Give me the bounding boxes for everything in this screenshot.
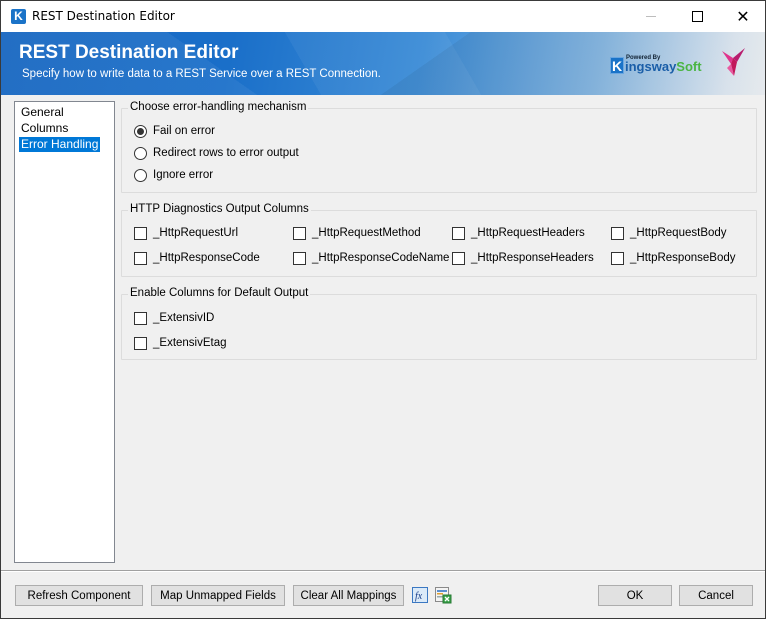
checkbox-box[interactable] [293,226,306,240]
window-title: REST Destination Editor [32,9,175,23]
refresh-component-button[interactable]: Refresh Component [15,585,143,606]
close-icon: ✕ [736,6,750,26]
checkbox-http-response-body[interactable]: _HttpResponseBody [611,250,735,266]
export-mappings-button[interactable] [434,586,452,604]
checkbox-label: _HttpRequestUrl [153,227,239,239]
checkbox-label: _ExtensivEtag [153,337,227,349]
app-k-icon: K [11,9,26,24]
checkbox-box[interactable] [452,226,465,240]
kingswaysoft-k-icon: K [610,57,624,74]
ok-button[interactable]: OK [598,585,672,606]
checkbox-box[interactable] [293,251,306,265]
checkbox-extensiv-id[interactable]: _ExtensivID [134,310,214,326]
checkbox-box[interactable] [134,336,147,350]
radio-fail-on-error[interactable]: Fail on error [134,123,215,139]
checkbox-label: _HttpResponseHeaders [471,252,594,264]
brand-part2: Soft [676,59,702,74]
sidebar-nav: General Columns Error Handling [14,101,115,563]
checkbox-http-request-body[interactable]: _HttpRequestBody [611,225,727,241]
checkbox-http-request-url[interactable]: _HttpRequestUrl [134,225,238,241]
checkbox-label: _HttpResponseCode [153,252,260,264]
checkbox-http-response-code[interactable]: _HttpResponseCode [134,250,260,266]
maximize-icon [691,11,703,22]
checkbox-label: _ExtensivID [153,312,215,324]
checkbox-box[interactable] [611,226,624,240]
maximize-button[interactable] [674,1,720,32]
checkbox-box[interactable] [134,251,147,265]
checkbox-label: _HttpRequestMethod [312,227,421,239]
checkbox-label: _HttpResponseCodeName [312,252,450,264]
checkbox-box[interactable] [134,311,147,325]
checkbox-http-request-method[interactable]: _HttpRequestMethod [293,225,421,241]
kingswaysoft-logo: K Powered By ingswaySoft [610,52,702,74]
spreadsheet-export-icon [435,587,452,604]
checkbox-label: _HttpRequestBody [630,227,727,239]
http-diagnostics-group-label: HTTP Diagnostics Output Columns [128,203,311,215]
bird-logo-icon [722,48,745,76]
clear-all-mappings-button[interactable]: Clear All Mappings [293,585,404,606]
checkbox-box[interactable] [611,251,624,265]
radio-indicator[interactable] [134,124,147,138]
close-button[interactable]: ✕ [720,1,766,32]
radio-indicator[interactable] [134,146,147,160]
expression-fx-button[interactable]: fx [411,586,429,604]
sidebar-item-error-handling[interactable]: Error Handling [19,137,101,152]
checkbox-http-response-headers[interactable]: _HttpResponseHeaders [452,250,594,266]
radio-redirect-rows[interactable]: Redirect rows to error output [134,145,299,161]
radio-label: Redirect rows to error output [153,147,299,159]
radio-ignore-error[interactable]: Ignore error [134,167,213,183]
banner-subtitle: Specify how to write data to a REST Serv… [22,68,381,80]
default-output-group: Enable Columns for Default Output _Exten… [121,287,757,360]
dialog-window: K REST Destination Editor ✕ REST Destina… [0,0,766,619]
radio-indicator[interactable] [134,168,147,182]
minimize-icon [646,16,656,17]
sidebar-item-columns[interactable]: Columns [19,121,70,136]
fx-icon-text: fx [415,591,423,602]
cancel-button[interactable]: Cancel [679,585,753,606]
radio-label: Fail on error [153,125,215,137]
minimize-button[interactable] [628,1,674,32]
kingswaysoft-wordmark: Powered By ingswaySoft [625,55,702,74]
checkbox-label: _HttpResponseBody [630,252,736,264]
powered-by-label: Powered By [626,55,661,61]
checkbox-box[interactable] [452,251,465,265]
map-unmapped-fields-button[interactable]: Map Unmapped Fields [151,585,285,606]
title-bar: K REST Destination Editor ✕ [1,1,765,32]
sidebar-item-general[interactable]: General [19,105,66,120]
header-banner: REST Destination Editor Specify how to w… [1,32,765,95]
checkbox-extensiv-etag[interactable]: _ExtensivEtag [134,335,227,351]
footer-divider-highlight [1,571,765,572]
checkbox-http-response-code-name[interactable]: _HttpResponseCodeName [293,250,449,266]
error-handling-group-label: Choose error-handling mechanism [128,101,309,113]
radio-label: Ignore error [153,169,214,181]
checkbox-label: _HttpRequestHeaders [471,227,585,239]
default-output-group-label: Enable Columns for Default Output [128,287,311,299]
error-handling-group: Choose error-handling mechanism Fail on … [121,101,757,193]
http-diagnostics-group: HTTP Diagnostics Output Columns _HttpReq… [121,203,757,277]
fx-icon: fx [412,587,428,603]
checkbox-http-request-headers[interactable]: _HttpRequestHeaders [452,225,585,241]
banner-title: REST Destination Editor [19,42,239,63]
checkbox-box[interactable] [134,226,147,240]
